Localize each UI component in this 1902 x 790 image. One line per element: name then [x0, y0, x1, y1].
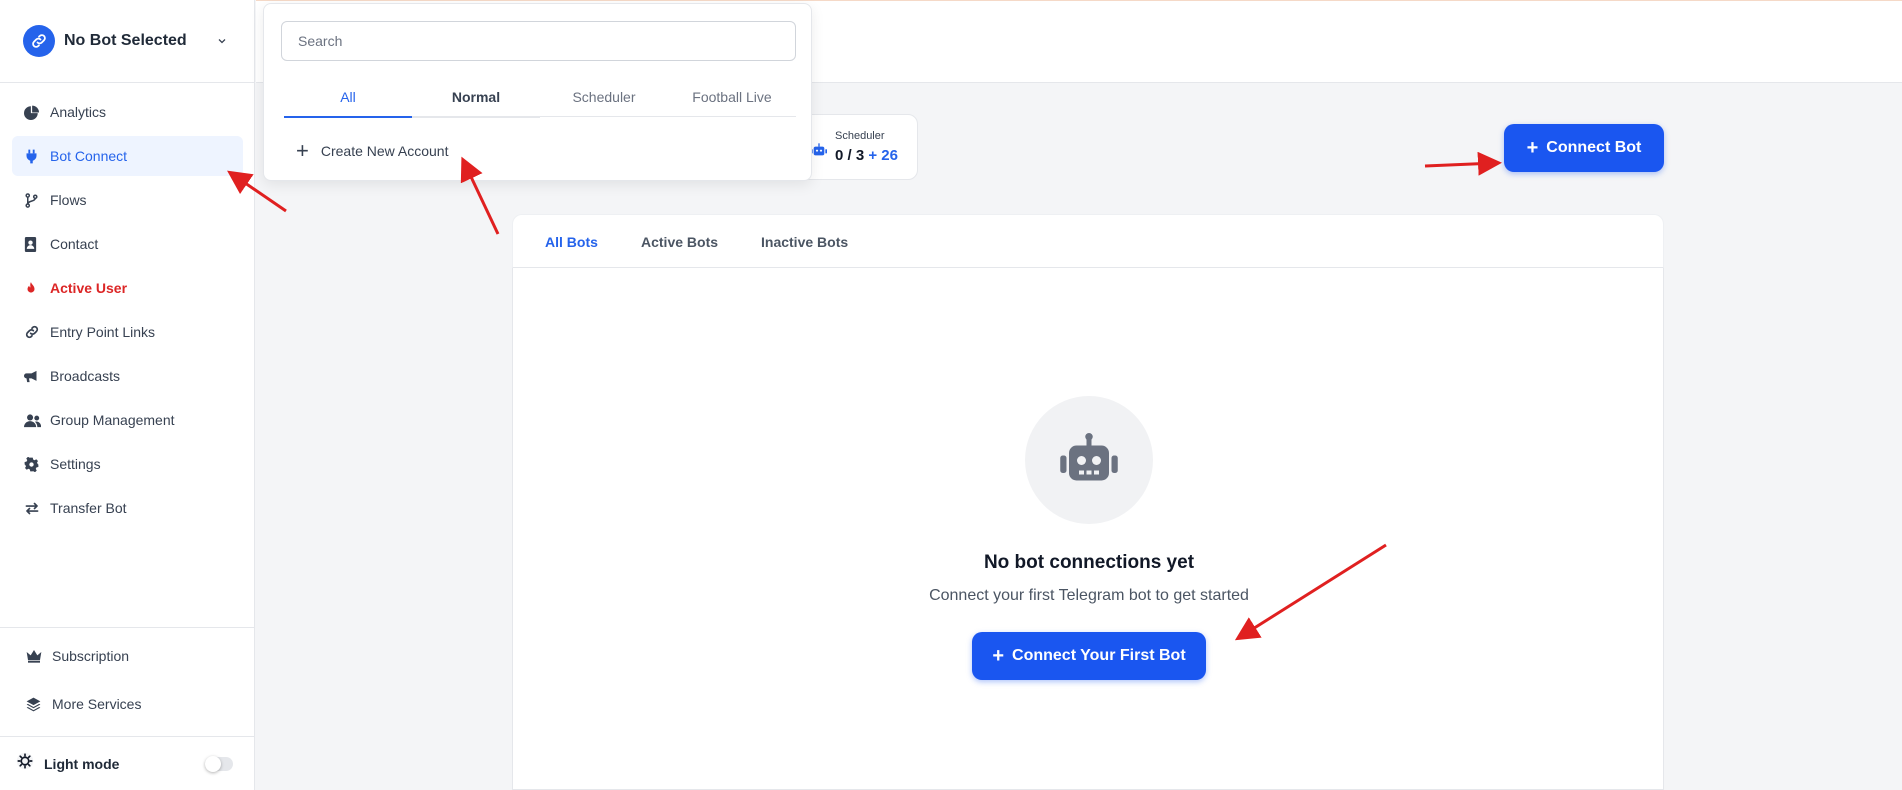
chevron-down-icon: [216, 34, 228, 52]
sidebar-item-contact[interactable]: Contact: [12, 224, 243, 264]
link-icon: [24, 324, 44, 340]
connect-first-bot-label: Connect Your First Bot: [1012, 647, 1186, 664]
sidebar-item-label: Contact: [50, 236, 99, 252]
branch-icon: [24, 192, 44, 208]
tab-label: Scheduler: [572, 89, 636, 105]
sidebar-item-label: Analytics: [50, 104, 107, 120]
empty-state-title: No bot connections yet: [983, 552, 1195, 573]
sidebar-item-label: Broadcasts: [50, 368, 121, 384]
stat-extra: + 26: [868, 147, 898, 164]
robot-icon: [1058, 432, 1120, 488]
tab-scheduler[interactable]: Scheduler: [540, 77, 668, 117]
plus-icon: +: [992, 645, 1005, 667]
empty-state-subtitle: Connect your first Telegram bot to get s…: [929, 587, 1249, 604]
gear-icon: [24, 456, 44, 472]
theme-toggle[interactable]: [205, 756, 233, 772]
tab-inactive-bots[interactable]: Inactive Bots: [761, 215, 848, 269]
sidebar-item-transfer-bot[interactable]: Transfer Bot: [12, 488, 243, 528]
connect-first-bot-button[interactable]: + Connect Your First Bot: [972, 632, 1206, 680]
plus-icon: +: [296, 138, 309, 163]
connect-bot-button[interactable]: + Connect Bot: [1504, 124, 1664, 172]
sidebar-item-label: Active User: [50, 280, 128, 296]
sidebar-item-subscription[interactable]: Subscription: [12, 636, 243, 676]
tab-label: Active Bots: [641, 234, 719, 250]
sidebar-item-label: Group Management: [50, 412, 175, 428]
sidebar-item-label: Transfer Bot: [50, 500, 127, 516]
account-dropdown: All Normal Scheduler Football Live + Cre…: [263, 3, 812, 181]
empty-state-illustration: [1025, 396, 1153, 524]
theme-label: Light mode: [44, 755, 120, 772]
bot-tabs: All Bots Active Bots Inactive Bots: [512, 214, 1664, 270]
sidebar-bottom: Subscription More Services: [0, 627, 255, 724]
sidebar-item-label: Entry Point Links: [50, 324, 156, 340]
tab-active-bots[interactable]: Active Bots: [641, 215, 718, 269]
stat-label: Scheduler: [835, 130, 885, 142]
sidebar-nav: Analytics Bot Connect Flows Contact Acti…: [12, 92, 243, 532]
arrow-connect-bot: [1424, 151, 1502, 176]
stat-value: 0 / 3 + 26: [835, 147, 898, 164]
layers-icon: [26, 697, 46, 712]
tab-all-bots[interactable]: All Bots: [537, 215, 606, 270]
fire-icon: [24, 281, 44, 296]
users-icon: [24, 413, 44, 428]
tab-label: Football Live: [692, 89, 772, 105]
transfer-arrows-icon: [24, 501, 44, 516]
tab-normal[interactable]: Normal: [412, 77, 540, 118]
create-new-account-label: Create New Account: [320, 143, 449, 159]
crown-icon: [26, 649, 46, 663]
sidebar-item-label: Flows: [50, 192, 87, 208]
sidebar-item-label: Subscription: [52, 648, 130, 664]
sidebar-item-analytics[interactable]: Analytics: [12, 92, 243, 132]
bots-panel: No bot connections yet Connect your firs…: [512, 268, 1664, 790]
bot-selector-label: No Bot Selected: [64, 32, 187, 49]
sidebar-item-active-user[interactable]: Active User: [12, 268, 243, 308]
sidebar-item-label: Settings: [50, 456, 101, 472]
tab-all[interactable]: All: [284, 77, 412, 118]
sidebar-item-label: More Services: [52, 696, 142, 712]
sidebar-item-entry-point-links[interactable]: Entry Point Links: [12, 312, 243, 352]
sidebar-item-flows[interactable]: Flows: [12, 180, 243, 220]
sun-gear-icon: [16, 752, 34, 775]
sidebar-item-bot-connect[interactable]: Bot Connect: [12, 136, 243, 176]
connect-bot-label: Connect Bot: [1546, 139, 1642, 156]
stat-count: 0 / 3: [835, 147, 865, 164]
toggle-knob: [205, 756, 221, 772]
sidebar-item-settings[interactable]: Settings: [12, 444, 243, 484]
link-icon: [23, 25, 55, 57]
tab-label: All: [340, 89, 356, 105]
sidebar: No Bot Selected Analytics Bot Connect Fl…: [0, 0, 255, 790]
sidebar-item-group-management[interactable]: Group Management: [12, 400, 243, 440]
robot-icon: [811, 143, 827, 162]
tab-label: Normal: [451, 89, 501, 105]
address-book-icon: [24, 236, 44, 252]
pie-chart-icon: [24, 105, 44, 120]
sidebar-item-more-services[interactable]: More Services: [12, 684, 243, 724]
megaphone-icon: [24, 369, 44, 384]
tab-label: Inactive Bots: [761, 234, 849, 250]
plus-icon: +: [1526, 137, 1539, 159]
theme-row: Light mode: [0, 736, 255, 790]
plug-icon: [24, 149, 44, 164]
tab-label: All Bots: [545, 234, 598, 250]
sidebar-item-label: Bot Connect: [50, 148, 128, 164]
search-input[interactable]: [281, 21, 796, 61]
tab-football-live[interactable]: Football Live: [668, 77, 796, 117]
create-new-account-item[interactable]: + Create New Account: [284, 132, 796, 170]
sidebar-item-broadcasts[interactable]: Broadcasts: [12, 356, 243, 396]
bot-selector[interactable]: No Bot Selected: [0, 0, 255, 83]
account-type-tabs: All Normal Scheduler Football Live: [284, 77, 796, 118]
